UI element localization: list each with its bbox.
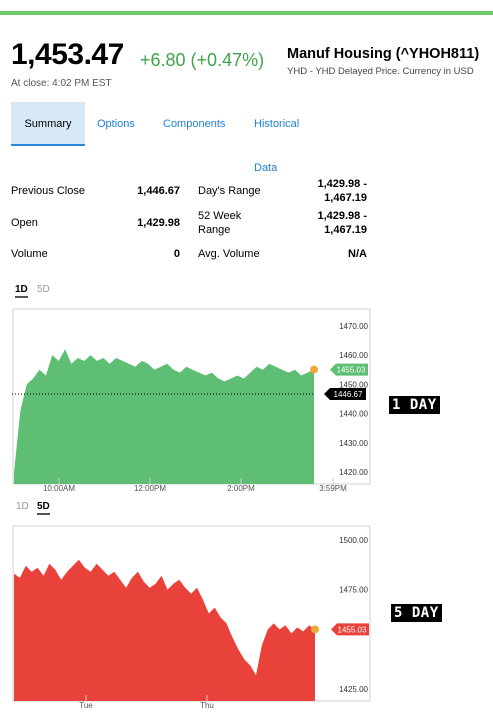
y-tick-label: 1470.00 <box>339 322 368 331</box>
chart2-range-5d[interactable]: 5D <box>37 501 50 515</box>
ticker-subtitle: YHD - YHD Delayed Price. Currency in USD <box>287 66 474 77</box>
x-tick-label: 3:59PM <box>319 484 347 493</box>
open-label: Open <box>11 217 38 229</box>
x-tick-label: Thu <box>200 701 214 710</box>
open-value: 1,429.98 <box>137 217 180 229</box>
close-time: At close: 4:02 PM EST <box>11 78 112 89</box>
tab-historical-data[interactable]: Historical Data <box>254 102 299 174</box>
last-price-dot <box>311 625 319 634</box>
price-area <box>14 559 315 701</box>
y-tick-label: 1420.00 <box>339 468 368 477</box>
one-day-badge: 1 DAY <box>389 396 440 414</box>
tab-components[interactable]: Components <box>163 102 225 146</box>
days-range-label: Day's Range <box>198 185 261 197</box>
week52-label-line2: Range <box>198 224 231 236</box>
prev-close-value: 1,446.67 <box>137 185 180 197</box>
week52-label-line1: 52 Week <box>198 210 242 222</box>
x-tick-label: 10:00AM <box>43 484 75 493</box>
tab-summary[interactable]: Summary <box>11 102 85 146</box>
chart1-range-5d[interactable]: 5D <box>37 284 50 295</box>
tab-options[interactable]: Options <box>97 102 135 146</box>
y-tick-label: 1430.00 <box>339 439 368 448</box>
price-area <box>14 349 314 484</box>
previous-close-label: 1446.67 <box>324 388 366 401</box>
five-day-badge: 5 DAY <box>391 604 442 622</box>
last-price-label: 1455.03 <box>331 623 369 636</box>
x-tick-label: 12:00PM <box>134 484 166 493</box>
avg-volume-value: N/A <box>348 248 367 260</box>
week52-value-line2: 1,467.19 <box>324 224 367 236</box>
svg-text:1446.67: 1446.67 <box>334 390 363 399</box>
ticker-name: Manuf Housing (^YHOH811) <box>287 46 480 62</box>
volume-value: 0 <box>173 248 180 260</box>
y-tick-label: 1500.00 <box>339 536 368 545</box>
svg-text:1455.03: 1455.03 <box>338 625 367 634</box>
price-change: +6.80 (+0.47%) <box>140 50 265 70</box>
avg-volume-label: Avg. Volume <box>198 248 260 260</box>
svg-text:1455.03: 1455.03 <box>337 366 366 375</box>
current-price: 1,453.47 <box>11 38 124 71</box>
volume-label: Volume <box>11 248 48 260</box>
days-range-value-line2: 1,467.19 <box>324 192 367 204</box>
prev-close-label: Previous Close <box>11 185 85 197</box>
y-tick-label: 1450.00 <box>339 380 368 389</box>
y-tick-label: 1475.00 <box>339 586 368 595</box>
y-tick-label: 1460.00 <box>339 351 368 360</box>
chart2-range-1d[interactable]: 1D <box>16 501 29 512</box>
y-tick-label: 1440.00 <box>339 410 368 419</box>
last-price-label: 1455.03 <box>330 363 368 376</box>
week52-value-line1: 1,429.98 - <box>317 210 367 222</box>
days-range-value-line1: 1,429.98 - <box>317 178 367 190</box>
top-accent-bar <box>0 11 493 15</box>
last-price-dot <box>310 365 318 374</box>
x-tick-label: 2:00PM <box>227 484 255 493</box>
y-tick-label: 1425.00 <box>339 685 368 694</box>
x-tick-label: Tue <box>79 701 93 710</box>
chart1-range-1d[interactable]: 1D <box>15 284 28 298</box>
